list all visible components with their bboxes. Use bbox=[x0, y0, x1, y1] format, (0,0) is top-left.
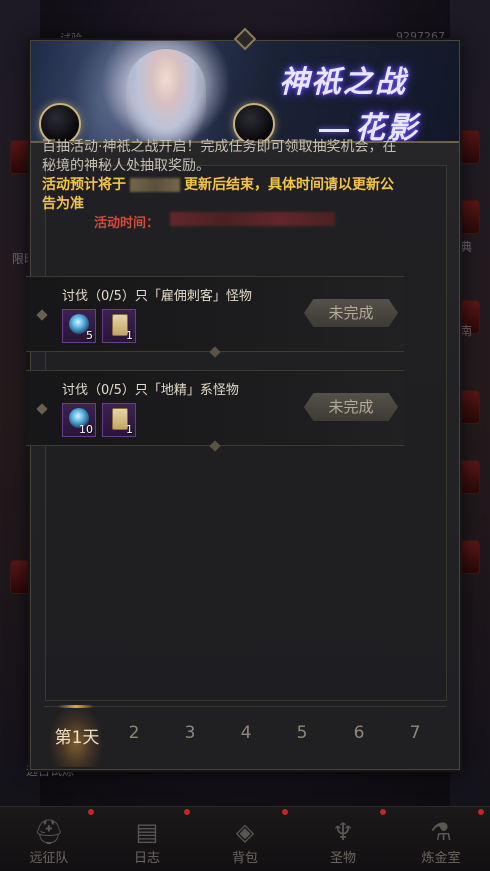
helmet-icon: ⛑ bbox=[33, 818, 65, 846]
banner-title-line2-row: 花影 bbox=[319, 103, 419, 141]
day-tab-6[interactable]: 6 bbox=[336, 723, 382, 743]
notification-dot bbox=[184, 809, 190, 815]
active-day-indicator bbox=[58, 705, 94, 708]
task-status-button[interactable]: 未完成 bbox=[304, 299, 398, 327]
event-banner: 神祇之战 花影 bbox=[31, 41, 459, 143]
background-badge-icon bbox=[10, 560, 32, 594]
nav-relics[interactable]: ♆ 圣物 bbox=[294, 807, 392, 871]
background-badge-icon bbox=[458, 540, 480, 574]
banner-dash-icon bbox=[319, 128, 349, 132]
bottom-nav: ⛑ 远征队 ▤ 日志 ◈ 背包 ♆ 圣物 ⚗ 炼金室 bbox=[0, 806, 490, 871]
background-label: 典 bbox=[460, 240, 473, 254]
notification-dot bbox=[380, 809, 386, 815]
alchemy-icon: ⚗ bbox=[430, 818, 452, 846]
redacted-date bbox=[130, 178, 180, 192]
banner-character-portrait bbox=[126, 49, 206, 141]
background-badge-icon bbox=[10, 140, 32, 174]
event-time-label: 活动时间： bbox=[94, 216, 160, 231]
task-title: 讨伐（0/5）只「雇佣刺客」怪物 bbox=[62, 289, 252, 304]
day-tab-3[interactable]: 3 bbox=[167, 723, 213, 743]
task-title: 讨伐（0/5）只「地精」系怪物 bbox=[62, 383, 239, 398]
nav-label: 圣物 bbox=[329, 851, 356, 866]
day-tab-2[interactable]: 2 bbox=[111, 723, 157, 743]
reward-slot[interactable]: 5 bbox=[62, 309, 96, 343]
background-badge-icon bbox=[458, 130, 480, 164]
nav-expedition[interactable]: ⛑ 远征队 bbox=[0, 807, 98, 871]
task-row: 讨伐（0/5）只「地精」系怪物 10 1 未完成 bbox=[26, 370, 404, 452]
notification-dot bbox=[282, 809, 288, 815]
day-tab-1[interactable]: 第1天 bbox=[54, 723, 100, 748]
task-bullet-icon bbox=[36, 403, 48, 415]
reward-slot[interactable]: 1 bbox=[102, 309, 136, 343]
day-tab-7[interactable]: 7 bbox=[392, 723, 438, 743]
notification-dot bbox=[478, 809, 484, 815]
task-bullet-icon bbox=[36, 309, 48, 321]
banner-title-line1: 神祇之战 bbox=[279, 65, 407, 100]
reward-count: 1 bbox=[126, 423, 133, 436]
reward-count: 10 bbox=[79, 423, 93, 436]
background-label: 南 bbox=[460, 324, 473, 338]
banner-orb-icon bbox=[233, 103, 275, 141]
task-status-button[interactable]: 未完成 bbox=[304, 393, 398, 421]
task-rewards: 10 1 bbox=[62, 403, 136, 437]
notification-dot bbox=[88, 809, 94, 815]
day-tab-5[interactable]: 5 bbox=[279, 723, 325, 743]
nav-journal[interactable]: ▤ 日志 bbox=[98, 807, 196, 871]
banner-title: 神祇之战 花影 bbox=[279, 57, 419, 141]
nav-label: 远征队 bbox=[29, 851, 69, 866]
nav-label: 炼金室 bbox=[421, 851, 461, 866]
description-text: 百抽活动·神祇之战开启！完成任务即可领取抽奖机会，在秘境的神秘人处抽取奖励。 bbox=[42, 139, 397, 174]
nav-label: 日志 bbox=[133, 851, 160, 866]
nav-bag[interactable]: ◈ 背包 bbox=[196, 807, 294, 871]
reward-slot[interactable]: 10 bbox=[62, 403, 96, 437]
day-tab-4[interactable]: 4 bbox=[223, 723, 269, 743]
event-description: 百抽活动·神祇之战开启！完成任务即可领取抽奖机会，在秘境的神秘人处抽取奖励。 活… bbox=[42, 138, 402, 214]
nav-alchemy[interactable]: ⚗ 炼金室 bbox=[392, 807, 490, 871]
banner-orb-icon bbox=[39, 103, 81, 141]
background-badge-icon bbox=[458, 460, 480, 494]
reward-slot[interactable]: 1 bbox=[102, 403, 136, 437]
task-row: 讨伐（0/5）只「雇佣刺客」怪物 5 1 未完成 bbox=[26, 276, 404, 358]
reward-count: 1 bbox=[126, 329, 133, 342]
background-badge-icon bbox=[458, 200, 480, 234]
background-badge-icon bbox=[458, 390, 480, 424]
bag-icon: ◈ bbox=[235, 818, 255, 846]
journal-icon: ▤ bbox=[135, 818, 159, 846]
end-notice-prefix: 活动预计将于 bbox=[42, 177, 126, 193]
task-rewards: 5 1 bbox=[62, 309, 136, 343]
nav-label: 背包 bbox=[231, 851, 258, 866]
day-tabs: 第1天 2 3 4 5 6 7 bbox=[44, 705, 446, 767]
relic-icon: ♆ bbox=[332, 818, 354, 846]
redacted-event-time bbox=[170, 212, 335, 226]
reward-count: 5 bbox=[86, 329, 93, 342]
